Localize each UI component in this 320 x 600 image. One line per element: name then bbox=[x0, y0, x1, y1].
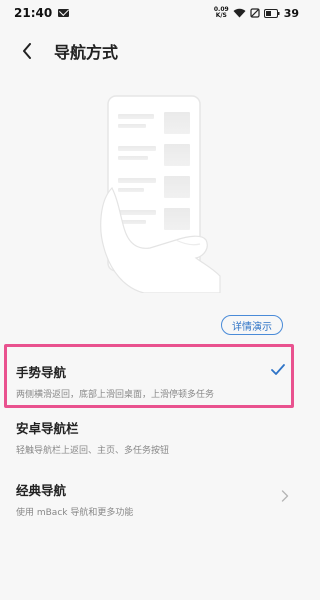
back-arrow-icon bbox=[23, 43, 31, 59]
wifi-icon bbox=[233, 8, 246, 18]
status-bar: 21:40 0.09 K/S 39 bbox=[0, 0, 307, 26]
detail-demo-button[interactable]: 详情演示 bbox=[221, 315, 283, 335]
battery-icon bbox=[263, 8, 280, 18]
option-description: 轻触导航栏上返回、主页、多任务按钮 bbox=[16, 446, 170, 456]
page-title: 导航方式 bbox=[54, 43, 119, 62]
no-sim-icon bbox=[250, 8, 260, 18]
option-classic-navigation[interactable]: 经典导航 使用 mBack 导航和更多功能 bbox=[0, 480, 307, 526]
chevron-right-icon bbox=[281, 490, 289, 502]
gesture-illustration bbox=[100, 95, 221, 293]
option-title: 安卓导航栏 bbox=[16, 421, 79, 436]
battery-level: 39 bbox=[283, 6, 299, 20]
back-button[interactable] bbox=[12, 36, 42, 66]
option-android-navigation-bar[interactable]: 安卓导航栏 轻触导航栏上返回、主页、多任务按钮 bbox=[0, 418, 307, 464]
network-speed: 0.09 K/S bbox=[214, 7, 229, 19]
network-speed-unit: K/S bbox=[215, 12, 227, 19]
mail-icon bbox=[58, 9, 70, 17]
status-time: 21:40 bbox=[14, 6, 53, 20]
option-description: 使用 mBack 导航和更多功能 bbox=[16, 508, 134, 518]
header: 导航方式 bbox=[0, 36, 307, 66]
option-title: 经典导航 bbox=[16, 483, 67, 498]
highlight-annotation-box bbox=[4, 344, 294, 408]
